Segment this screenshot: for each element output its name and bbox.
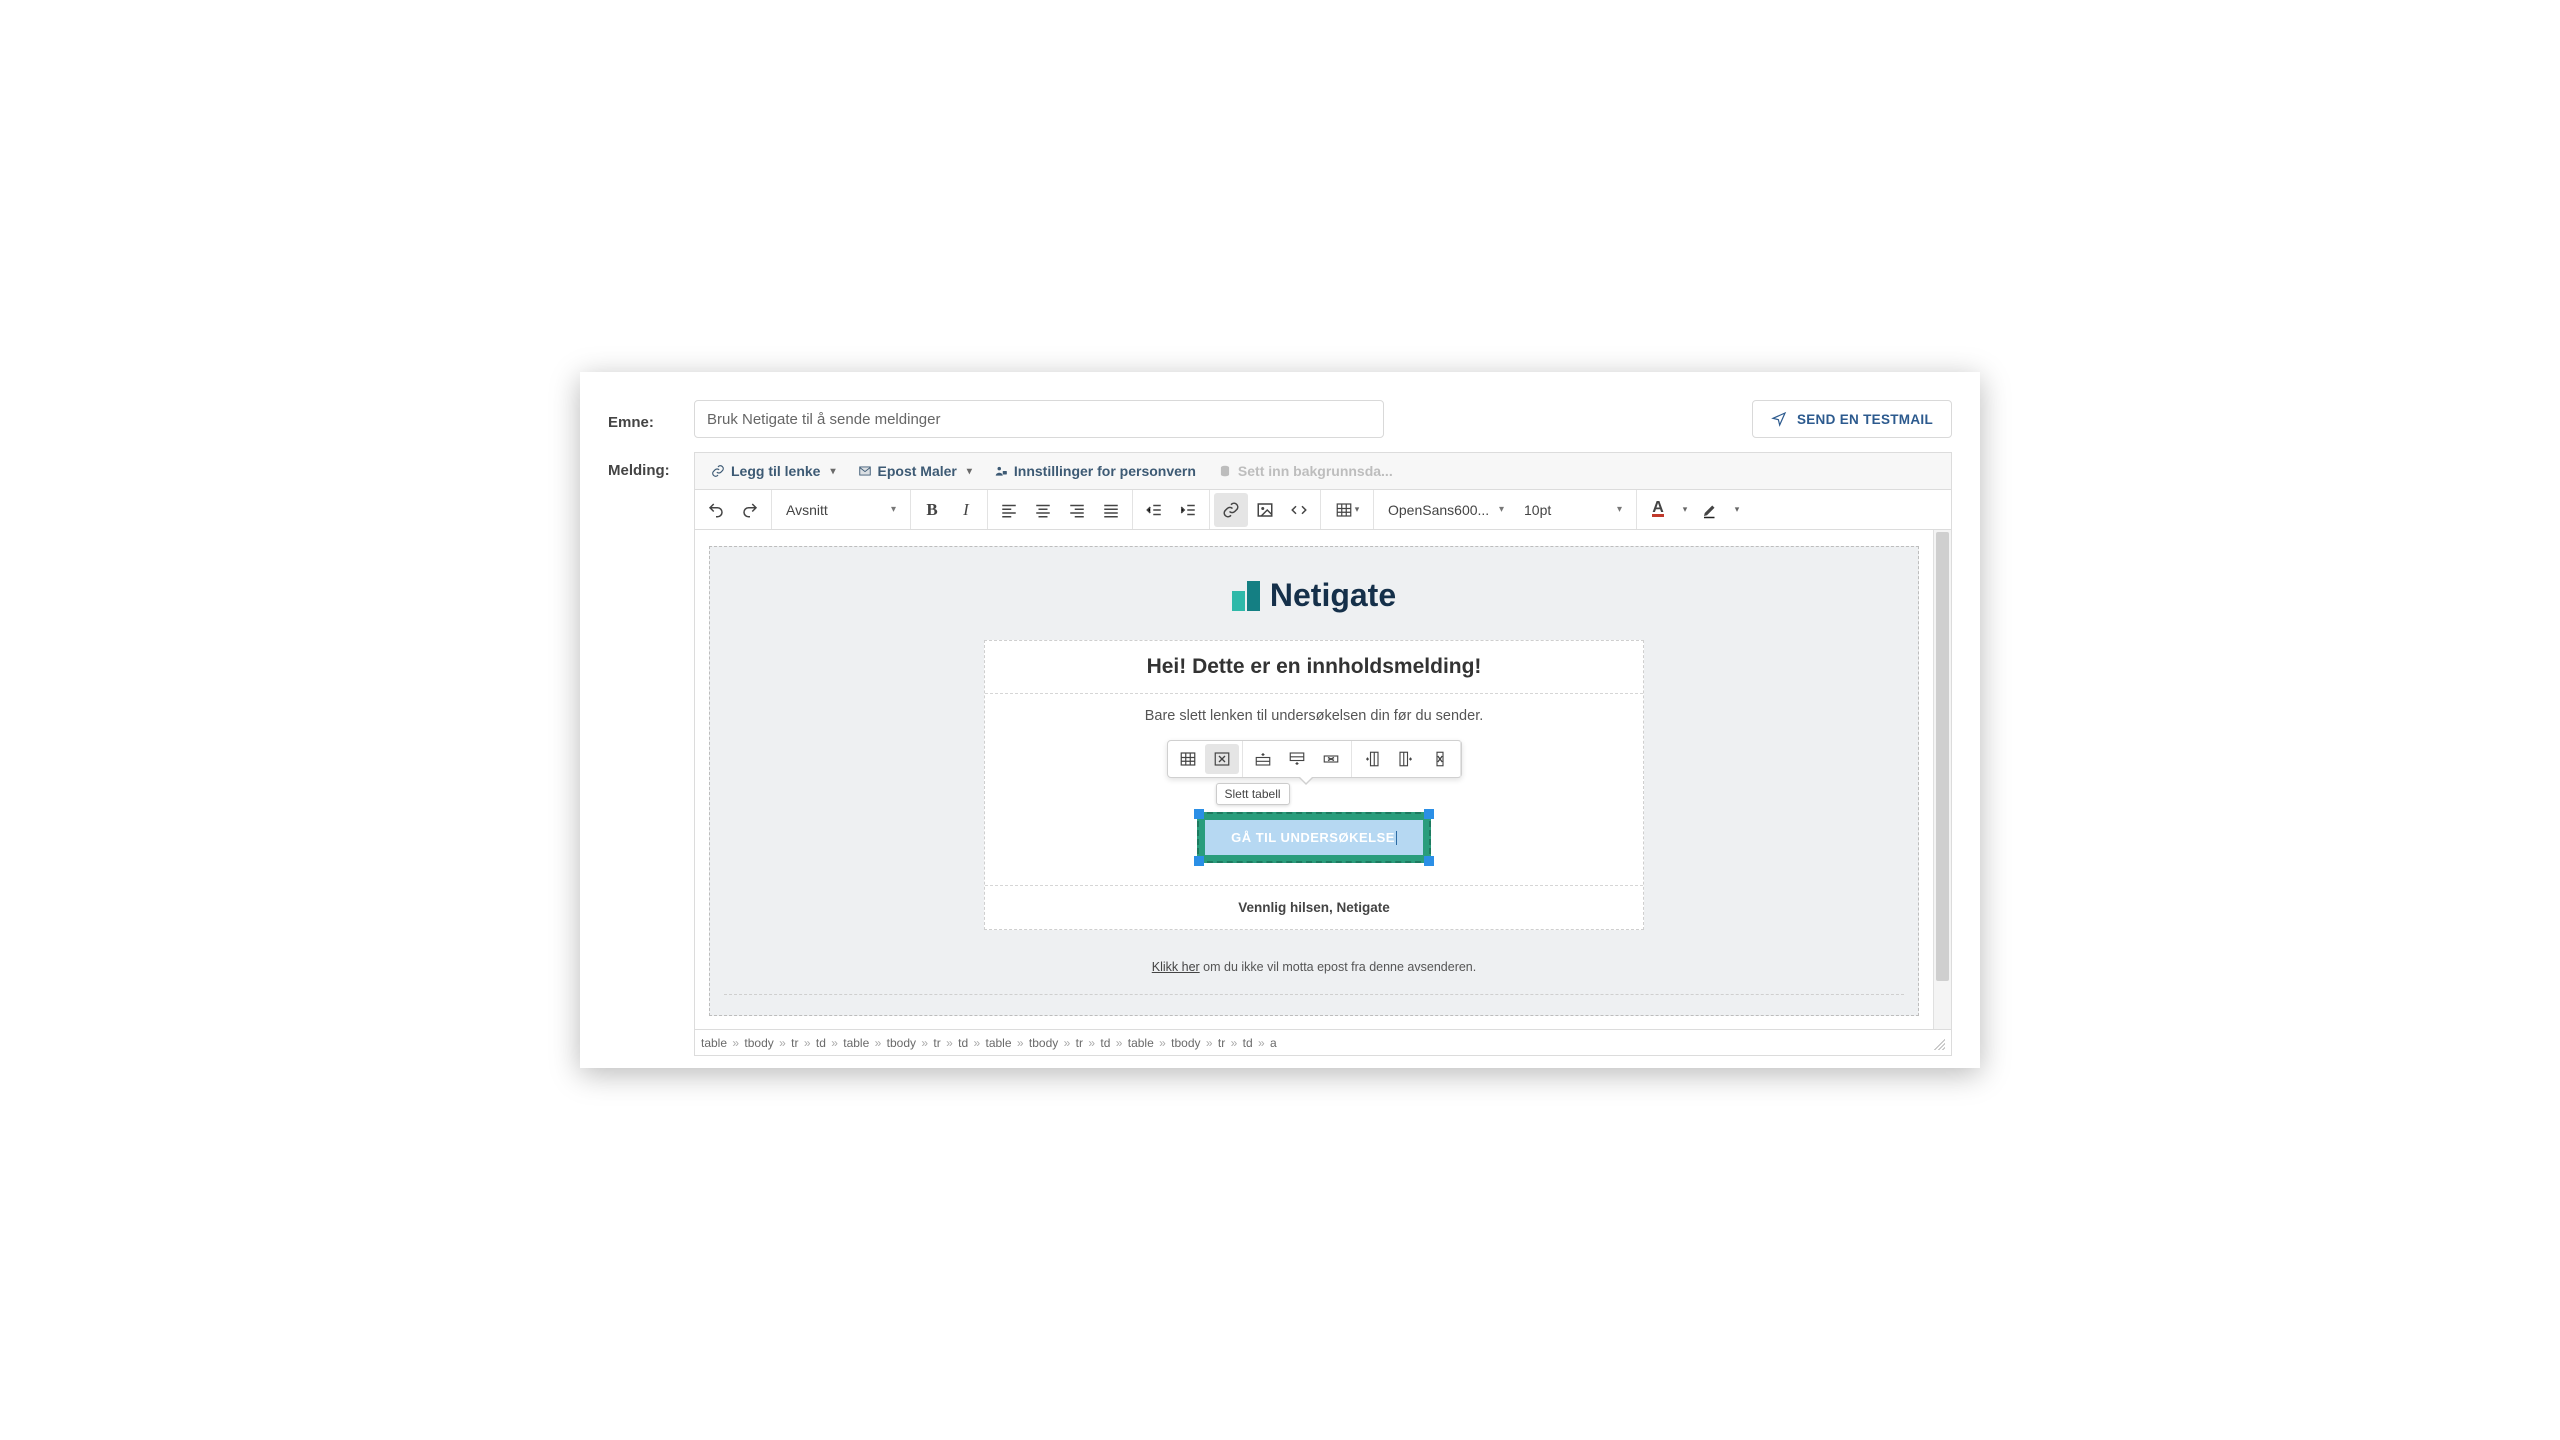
unsubscribe-link[interactable]: Klikk her xyxy=(1152,960,1200,974)
align-left-button[interactable] xyxy=(992,493,1026,527)
cta-link[interactable]: GÅ TIL UNDERSØKELSE xyxy=(1205,820,1423,856)
status-bar: table » tbody » tr » td » table » tbody … xyxy=(694,1030,1952,1056)
table-context-toolbar: Slett tabell xyxy=(1167,740,1462,778)
text-color-menu[interactable]: ▾ xyxy=(1675,493,1693,527)
message-label: Melding: xyxy=(608,452,694,1056)
table-icon xyxy=(1335,501,1353,519)
insert-row-after-button[interactable] xyxy=(1280,744,1314,774)
insert-col-after-button[interactable] xyxy=(1389,744,1423,774)
vertical-scrollbar[interactable] xyxy=(1933,530,1951,1029)
logo-bars-icon xyxy=(1232,581,1260,611)
highlight-color-menu[interactable]: ▾ xyxy=(1727,493,1745,527)
email-subtext: Bare slett lenken til undersøkelsen din … xyxy=(995,708,1633,724)
cta-cell[interactable]: GÅ TIL UNDERSØKELSE xyxy=(995,778,1633,880)
headline-row[interactable]: Hei! Dette er en innholdsmelding! xyxy=(985,641,1643,694)
unsubscribe-row[interactable]: Klikk her om du ikke vil motta epost fra… xyxy=(710,930,1918,982)
insert-table-button[interactable]: ▾ xyxy=(1325,493,1369,527)
scroll-thumb[interactable] xyxy=(1936,532,1949,981)
person-lock-icon xyxy=(994,464,1008,478)
editor-area: Legg til lenke ▾ Epost Maler ▾ Innstilli… xyxy=(694,452,1952,1056)
email-headline: Hei! Dette er en innholdsmelding! xyxy=(995,655,1633,679)
chevron-down-icon: ▾ xyxy=(830,466,835,477)
bottom-dashed-line xyxy=(724,994,1904,995)
secondary-toolbar: Legg til lenke ▾ Epost Maler ▾ Innstilli… xyxy=(694,452,1952,490)
unsubscribe-text: om du ikke vil motta epost fra denne avs… xyxy=(1200,960,1477,974)
delete-row-button[interactable] xyxy=(1314,744,1348,774)
font-size-select[interactable]: 10pt▾ xyxy=(1514,493,1632,527)
delete-col-button[interactable] xyxy=(1423,744,1457,774)
block-format-select[interactable]: Avsnitt▾ xyxy=(776,493,906,527)
email-templates-menu[interactable]: Epost Maler ▾ xyxy=(848,456,982,486)
brand-name: Netigate xyxy=(1270,577,1396,614)
delete-table-button[interactable] xyxy=(1205,744,1239,774)
align-center-button[interactable] xyxy=(1026,493,1060,527)
table-properties-button[interactable] xyxy=(1171,744,1205,774)
subject-label: Emne: xyxy=(608,408,694,431)
email-outer-table[interactable]: Netigate Hei! Dette er en innholdsmeldin… xyxy=(709,546,1919,1016)
formatting-toolbar: Avsnitt▾ B I xyxy=(694,490,1952,530)
redo-button[interactable] xyxy=(733,493,767,527)
database-icon xyxy=(1218,464,1232,478)
highlight-color-button[interactable] xyxy=(1693,493,1727,527)
text-color-button[interactable]: A xyxy=(1641,493,1675,527)
subject-input[interactable] xyxy=(694,400,1384,438)
bold-button[interactable]: B xyxy=(915,493,949,527)
insert-background-button: Sett inn bakgrunnsda... xyxy=(1208,456,1403,486)
envelope-icon xyxy=(858,464,872,478)
content-card[interactable]: Hei! Dette er en innholdsmelding! Bare s… xyxy=(984,640,1644,931)
resize-handle-tr[interactable] xyxy=(1424,809,1434,819)
resize-handle-br[interactable] xyxy=(1424,856,1434,866)
outdent-button[interactable] xyxy=(1137,493,1171,527)
resize-handle-bl[interactable] xyxy=(1194,856,1204,866)
app-frame: Emne: SEND EN TESTMAIL Melding: Legg til… xyxy=(580,372,1980,1068)
resize-grip[interactable] xyxy=(1931,1036,1945,1050)
insert-link-button[interactable] xyxy=(1214,493,1248,527)
text-caret xyxy=(1396,831,1397,845)
selected-table[interactable]: GÅ TIL UNDERSØKELSE xyxy=(1197,812,1431,864)
indent-button[interactable] xyxy=(1171,493,1205,527)
paper-plane-icon xyxy=(1771,411,1787,427)
brand-logo: Netigate xyxy=(1232,577,1396,614)
editor-canvas-wrap: Netigate Hei! Dette er en innholdsmeldin… xyxy=(694,530,1952,1030)
editor-canvas[interactable]: Netigate Hei! Dette er en innholdsmeldin… xyxy=(695,530,1933,1029)
insert-image-button[interactable] xyxy=(1248,493,1282,527)
cta-text: GÅ TIL UNDERSØKELSE xyxy=(1231,830,1395,845)
send-testmail-button[interactable]: SEND EN TESTMAIL xyxy=(1752,400,1952,438)
privacy-settings-button[interactable]: Innstillinger for personvern xyxy=(984,456,1206,486)
signoff-row[interactable]: Vennlig hilsen, Netigate xyxy=(985,886,1643,929)
link-icon xyxy=(711,464,725,478)
subtext-row[interactable]: Bare slett lenken til undersøkelsen din … xyxy=(985,694,1643,887)
subject-row: Emne: SEND EN TESTMAIL xyxy=(608,400,1952,438)
message-row: Melding: Legg til lenke ▾ Epost Maler ▾ … xyxy=(608,452,1952,1056)
source-code-button[interactable] xyxy=(1282,493,1316,527)
email-signoff: Vennlig hilsen, Netigate xyxy=(995,900,1633,915)
chevron-down-icon: ▾ xyxy=(967,466,972,477)
element-path-breadcrumb[interactable]: table » tbody » tr » td » table » tbody … xyxy=(701,1036,1277,1050)
undo-button[interactable] xyxy=(699,493,733,527)
resize-handle-tl[interactable] xyxy=(1194,809,1204,819)
logo-row: Netigate xyxy=(710,547,1918,640)
insert-col-before-button[interactable] xyxy=(1355,744,1389,774)
align-right-button[interactable] xyxy=(1060,493,1094,527)
add-link-menu[interactable]: Legg til lenke ▾ xyxy=(701,456,846,486)
send-testmail-label: SEND EN TESTMAIL xyxy=(1797,412,1933,427)
font-family-select[interactable]: OpenSans600...▾ xyxy=(1378,493,1514,527)
italic-button[interactable]: I xyxy=(949,493,983,527)
align-justify-button[interactable] xyxy=(1094,493,1128,527)
insert-row-before-button[interactable] xyxy=(1246,744,1280,774)
